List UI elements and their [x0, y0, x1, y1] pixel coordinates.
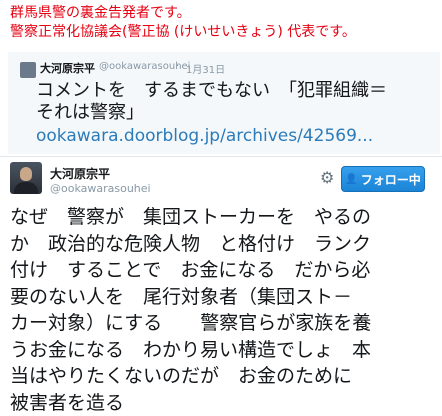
tweet-line: うお金になる わかり易い構造でしょ 本	[10, 337, 434, 364]
banner-line-1: 群馬県警の裏金告発者です。	[10, 4, 356, 23]
quoted-separator: ·	[176, 61, 179, 72]
quoted-link[interactable]: ookawara.doorblog.jp/archives/42569...	[36, 126, 373, 146]
banner-line-2: 警察正常化協議会(警正協 (けいせいきょう) 代表です。	[10, 23, 356, 42]
avatar-body	[14, 182, 38, 194]
avatar-face	[20, 167, 32, 181]
tweet-line: 要のない人を 尾行対象者（集団スト－	[10, 284, 434, 311]
header-banner: 群馬県警の裏金告発者です。 警察正常化協議会(警正協 (けいせいきょう) 代表で…	[10, 4, 356, 42]
tweet-line: 付け することで お金になる だから必	[10, 257, 434, 284]
author-handle[interactable]: @ookawarasouhei	[50, 182, 151, 195]
quoted-avatar	[20, 62, 36, 78]
tweet-text: なぜ 警察が 集団ストーカーを やるの か 政治的な危険人物 と格付け ランク …	[10, 204, 434, 416]
follow-button-label: フォロー中	[361, 171, 421, 188]
gear-icon[interactable]: ⚙	[320, 168, 334, 187]
tweet-line: カー対象）にする 警察官らが家族を養	[10, 310, 434, 337]
tweet-line: か 政治的な危険人物 と格付け ランク	[10, 231, 434, 258]
quoted-text: コメントを するまでもない 「犯罪組織＝ それは警察」	[36, 80, 440, 124]
tweet-line: 当はやりたくないのだが お金のために	[10, 363, 434, 390]
quoted-author-name[interactable]: 大河原宗平	[40, 60, 95, 76]
follow-button[interactable]: 👤 フォロー中	[341, 166, 425, 192]
tweet-line: なぜ 警察が 集団ストーカーを やるの	[10, 204, 434, 231]
author-name[interactable]: 大河原宗平	[50, 165, 110, 182]
quoted-tweet-card[interactable]: 大河原宗平 @ookawarasouhei · 1月31日 コメントを するまで…	[8, 52, 440, 154]
divider	[0, 156, 442, 157]
tweet-line: 被害者を造る	[10, 390, 434, 416]
avatar[interactable]	[10, 162, 42, 194]
quoted-timestamp[interactable]: 1月31日	[186, 61, 225, 76]
person-check-icon: 👤	[345, 174, 357, 185]
